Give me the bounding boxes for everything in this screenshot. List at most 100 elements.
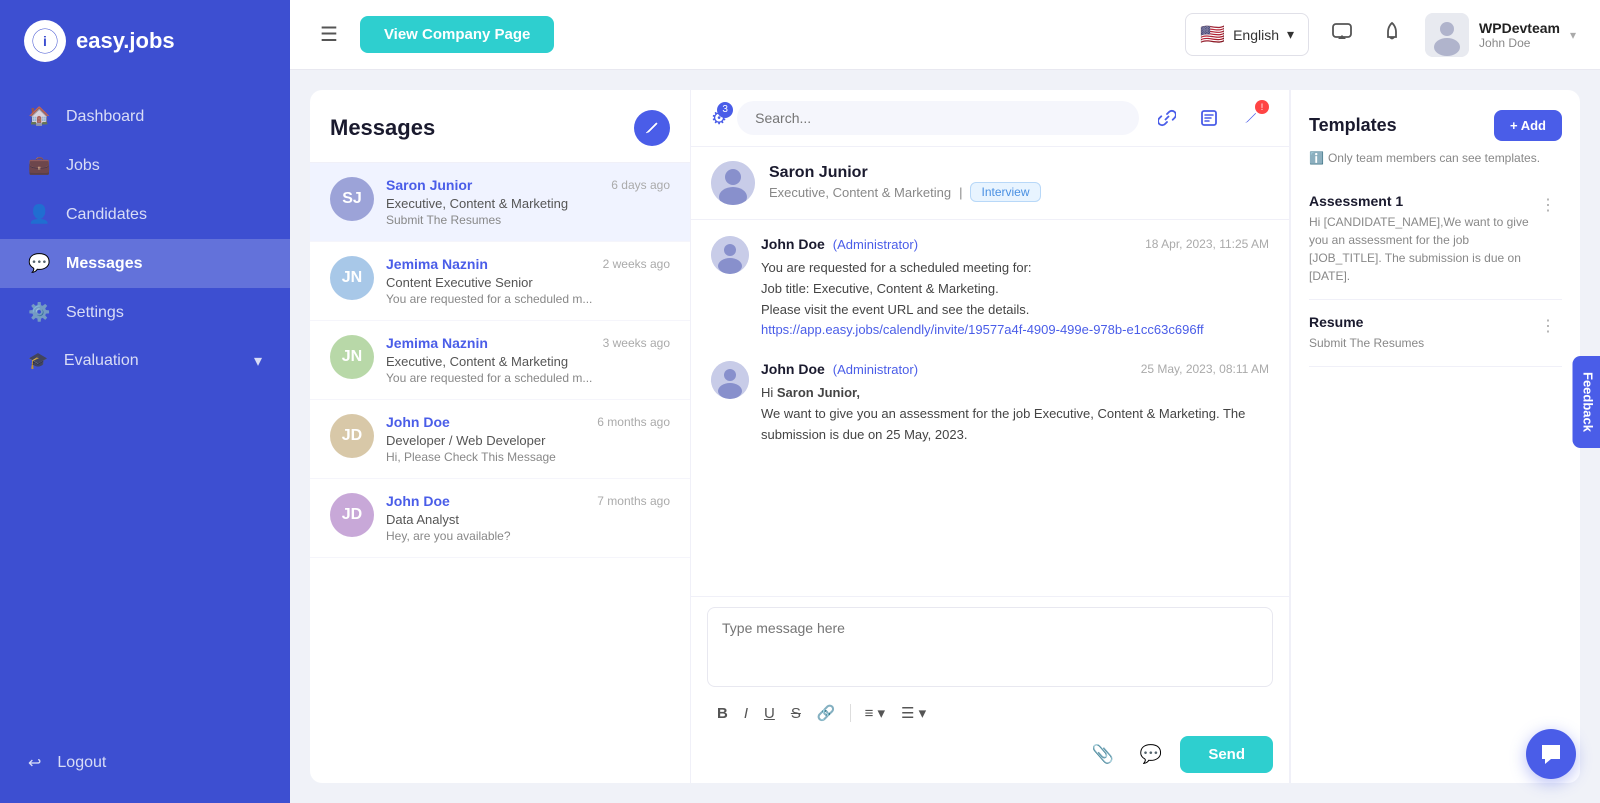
message-time: 3 weeks ago bbox=[603, 336, 670, 350]
message-link: https://app.easy.jobs/calendly/invite/19… bbox=[761, 322, 1204, 337]
company-name: WPDevteam bbox=[1479, 20, 1560, 36]
message-preview: Hi, Please Check This Message bbox=[386, 450, 670, 464]
template-preview: Hi [CANDIDATE_NAME],We want to give you … bbox=[1309, 213, 1534, 285]
feedback-tab[interactable]: Feedback bbox=[1573, 356, 1600, 448]
chat-search-bar: ⚙ 3 bbox=[691, 90, 1289, 147]
chat-widget-button[interactable] bbox=[1526, 729, 1576, 779]
filter-button[interactable]: ⚙ 3 bbox=[711, 108, 727, 129]
add-template-button[interactable]: + Add bbox=[1494, 110, 1562, 141]
user-profile[interactable]: WPDevteam John Doe ▾ bbox=[1425, 13, 1576, 57]
compose-badge: ! bbox=[1255, 100, 1269, 114]
message-text: Hi Saron Junior, We want to give you an … bbox=[761, 383, 1269, 445]
search-input[interactable] bbox=[737, 101, 1139, 135]
strikethrough-button[interactable]: S bbox=[785, 701, 807, 726]
sidebar-item-settings[interactable]: ⚙️ Settings bbox=[0, 288, 290, 337]
sidebar-item-label: Candidates bbox=[66, 206, 147, 224]
bold-button[interactable]: B bbox=[711, 701, 734, 726]
flag-icon: 🇺🇸 bbox=[1200, 22, 1225, 47]
content-area: Messages SJ Saron Junior 6 days ago Exec… bbox=[290, 70, 1600, 803]
message-role: Content Executive Senior bbox=[386, 275, 670, 290]
chat-contact-avatar bbox=[711, 161, 755, 205]
messages-header: Messages bbox=[310, 90, 690, 163]
message-avatar: SJ bbox=[330, 177, 374, 221]
compose-icon-button[interactable]: ! bbox=[1233, 100, 1269, 136]
message-avatar: JD bbox=[330, 414, 374, 458]
app-name: easy.jobs bbox=[76, 28, 175, 54]
message-body: Saron Junior 6 days ago Executive, Conte… bbox=[386, 177, 670, 227]
message-list-item[interactable]: JD John Doe 7 months ago Data Analyst He… bbox=[310, 479, 690, 558]
template-preview: Submit The Resumes bbox=[1309, 334, 1534, 352]
user-chevron-icon: ▾ bbox=[1570, 28, 1576, 42]
chat-message: John Doe (Administrator) 18 Apr, 2023, 1… bbox=[711, 236, 1269, 341]
chat-action-buttons: ! bbox=[1149, 100, 1269, 136]
sidebar-item-candidates[interactable]: 👤 Candidates bbox=[0, 190, 290, 239]
sidebar-item-label: Evaluation bbox=[64, 352, 139, 370]
template-item[interactable]: Resume Submit The Resumes ⋮ bbox=[1309, 300, 1562, 367]
sidebar-item-label: Settings bbox=[66, 304, 124, 322]
template-name: Resume bbox=[1309, 314, 1534, 330]
chat-contact-name: Saron Junior bbox=[769, 164, 1269, 182]
hamburger-button[interactable]: ☰ bbox=[314, 16, 344, 53]
templates-list: Assessment 1 Hi [CANDIDATE_NAME],We want… bbox=[1291, 179, 1580, 783]
message-input[interactable] bbox=[707, 607, 1273, 687]
link-icon-button[interactable] bbox=[1149, 100, 1185, 136]
filter-badge: 3 bbox=[717, 102, 733, 118]
message-avatar: JN bbox=[330, 335, 374, 379]
pipe-separator: | bbox=[959, 185, 962, 200]
logout-icon: ↩ bbox=[28, 753, 41, 773]
message-header: John Doe (Administrator) 18 Apr, 2023, 1… bbox=[761, 236, 1269, 252]
bullet-list-button[interactable]: ≡ ▾ bbox=[859, 700, 891, 726]
compose-button[interactable] bbox=[634, 110, 670, 146]
message-list-item[interactable]: JN Jemima Naznin 2 weeks ago Content Exe… bbox=[310, 242, 690, 321]
info-icon: ℹ️ bbox=[1309, 151, 1324, 165]
chat-icon-button[interactable] bbox=[1325, 15, 1359, 55]
sidebar-item-dashboard[interactable]: 🏠 Dashboard bbox=[0, 92, 290, 141]
view-company-button[interactable]: View Company Page bbox=[360, 16, 554, 53]
message-icon-button[interactable]: 💬 bbox=[1132, 740, 1170, 769]
chat-panel: ⚙ 3 bbox=[690, 90, 1290, 783]
message-body: Jemima Naznin 2 weeks ago Content Execut… bbox=[386, 256, 670, 306]
chat-message: John Doe (Administrator) 25 May, 2023, 0… bbox=[711, 361, 1269, 445]
chat-messages: John Doe (Administrator) 18 Apr, 2023, 1… bbox=[691, 220, 1289, 596]
message-list-item[interactable]: JD John Doe 6 months ago Developer / Web… bbox=[310, 400, 690, 479]
send-button[interactable]: Send bbox=[1180, 736, 1273, 773]
sidebar-item-jobs[interactable]: 💼 Jobs bbox=[0, 141, 290, 190]
message-name: Jemima Naznin bbox=[386, 335, 488, 351]
template-item[interactable]: Assessment 1 Hi [CANDIDATE_NAME],We want… bbox=[1309, 179, 1562, 300]
message-sender-role: (Administrator) bbox=[833, 362, 918, 377]
link-button[interactable]: 🔗 bbox=[811, 700, 842, 726]
message-preview: You are requested for a scheduled m... bbox=[386, 292, 670, 306]
message-name: Saron Junior bbox=[386, 177, 472, 193]
chat-toolbar: B I U S 🔗 ≡ ▾ ☰ ▾ bbox=[707, 692, 1273, 732]
message-list-item[interactable]: JN Jemima Naznin 3 weeks ago Executive, … bbox=[310, 321, 690, 400]
message-role: Executive, Content & Marketing bbox=[386, 196, 670, 211]
sidebar-item-evaluation[interactable]: 🎓 Evaluation ▾ bbox=[0, 337, 290, 385]
message-list-item[interactable]: SJ Saron Junior 6 days ago Executive, Co… bbox=[310, 163, 690, 242]
sidebar-item-messages[interactable]: 💬 Messages bbox=[0, 239, 290, 288]
language-selector[interactable]: 🇺🇸 English ▾ bbox=[1185, 13, 1309, 56]
sidebar-nav: 🏠 Dashboard 💼 Jobs 👤 Candidates 💬 Messag… bbox=[0, 82, 290, 739]
underline-button[interactable]: U bbox=[758, 701, 781, 726]
messages-title: Messages bbox=[330, 115, 435, 141]
template-content: Resume Submit The Resumes bbox=[1309, 314, 1534, 352]
template-menu-button[interactable]: ⋮ bbox=[1534, 314, 1562, 338]
message-name: John Doe bbox=[386, 493, 450, 509]
message-avatar bbox=[711, 236, 749, 274]
notification-bell-button[interactable] bbox=[1375, 15, 1409, 55]
message-preview: Hey, are you available? bbox=[386, 529, 670, 543]
message-header: John Doe (Administrator) 25 May, 2023, 0… bbox=[761, 361, 1269, 377]
template-menu-button[interactable]: ⋮ bbox=[1534, 193, 1562, 217]
message-avatar: JN bbox=[330, 256, 374, 300]
attachment-button[interactable]: 📎 bbox=[1083, 740, 1121, 769]
numbered-list-button[interactable]: ☰ ▾ bbox=[895, 700, 932, 726]
chat-input-area: B I U S 🔗 ≡ ▾ ☰ ▾ 📎 💬 Send bbox=[691, 596, 1289, 783]
user-name: John Doe bbox=[1479, 36, 1560, 50]
logo: i easy.jobs bbox=[0, 0, 290, 82]
message-time: 25 May, 2023, 08:11 AM bbox=[1141, 362, 1269, 376]
sidebar-item-logout[interactable]: ↩ Logout bbox=[0, 739, 290, 787]
home-icon: 🏠 bbox=[28, 106, 50, 127]
template-icon-button[interactable] bbox=[1191, 100, 1227, 136]
italic-button[interactable]: I bbox=[738, 701, 754, 726]
template-name: Assessment 1 bbox=[1309, 193, 1534, 209]
language-label: English bbox=[1233, 27, 1279, 43]
